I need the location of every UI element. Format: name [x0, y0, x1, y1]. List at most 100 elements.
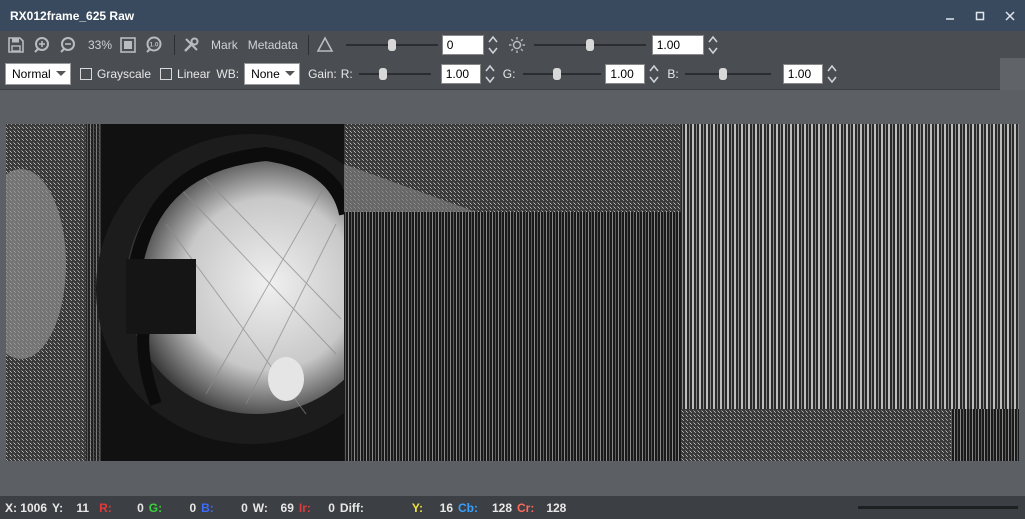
save-icon: [8, 36, 24, 53]
status-ir-value: 0: [328, 500, 335, 515]
fit-window-button[interactable]: [117, 34, 139, 56]
title-bar: RX012frame_625 Raw: [0, 0, 1025, 31]
raw-image-canvas: [6, 124, 1019, 461]
gain-g-input[interactable]: [605, 63, 646, 84]
status-cr-value: 128: [546, 500, 567, 515]
linear-checkbox[interactable]: [160, 67, 173, 80]
chevron-down-icon: [827, 76, 837, 83]
chevron-down-icon: [485, 76, 495, 83]
contrast-icon: [314, 34, 336, 56]
zoom-in-icon: [34, 36, 49, 53]
chevron-up-icon: [827, 64, 837, 71]
close-button[interactable]: [995, 0, 1025, 31]
chevron-down-icon: [649, 76, 660, 83]
chevron-up-icon: [485, 64, 495, 71]
status-bar: X: 1006 Y: 11 R: 0 G: 0 B: 0 W: 69 Ir: 0…: [0, 496, 1025, 519]
maximize-button[interactable]: [965, 0, 995, 31]
wb-label: WB:: [216, 66, 240, 81]
status-r-label: R:: [99, 500, 112, 515]
minimize-icon: [946, 17, 954, 20]
status-y-label: Y:: [52, 500, 64, 515]
contrast-slider[interactable]: [345, 36, 438, 54]
gain-r-input[interactable]: [440, 63, 481, 84]
brightness-slider[interactable]: [533, 36, 646, 54]
wb-select[interactable]: None: [244, 62, 301, 85]
dropdown-arrow-icon: [285, 71, 296, 76]
zoom-in-button[interactable]: [31, 34, 53, 56]
zoom-out-button[interactable]: [57, 34, 79, 56]
status-w-label: W:: [252, 500, 268, 515]
status-g-label: G:: [148, 500, 163, 515]
status-r-value: 0: [137, 500, 144, 515]
tools-button[interactable]: [180, 34, 202, 56]
zoom-level: 33%: [88, 37, 113, 52]
status-x-label: X:: [5, 500, 17, 515]
gain-g-slider-thumb[interactable]: [553, 67, 562, 80]
contrast-slider-thumb[interactable]: [387, 38, 396, 51]
status-luma-label: Y:: [411, 500, 424, 515]
brightness-slider-thumb[interactable]: [585, 38, 594, 51]
gain-label: Gain:: [308, 66, 337, 81]
raw-image[interactable]: [6, 124, 1019, 461]
gain-g-slider[interactable]: [523, 65, 602, 83]
gain-b-spinner[interactable]: [827, 64, 839, 84]
image-viewport[interactable]: [0, 90, 1025, 496]
status-g-value: 0: [189, 500, 197, 515]
mark-button[interactable]: Mark: [211, 38, 238, 52]
chevron-down-icon: [708, 47, 718, 54]
grayscale-checkbox[interactable]: [80, 67, 92, 80]
actual-size-button[interactable]: 1.0: [143, 34, 165, 56]
status-diff-label: Diff:: [339, 500, 364, 515]
status-ir-label: Ir:: [298, 500, 311, 515]
contrast-spinner[interactable]: [488, 35, 500, 55]
status-b-value: 0: [241, 500, 248, 515]
contrast-value-input[interactable]: [441, 34, 484, 55]
gain-r-spinner[interactable]: [485, 64, 497, 84]
actual-size-icon: 1.0: [146, 36, 162, 53]
display-mode-select[interactable]: Normal: [5, 62, 71, 85]
gain-r-slider-thumb[interactable]: [378, 67, 387, 80]
gain-b-input[interactable]: [782, 63, 823, 84]
tools-icon: [184, 37, 199, 52]
brightness-icon: [506, 34, 528, 56]
toolbar-separator: [307, 34, 309, 55]
wb-value: None: [251, 66, 280, 81]
chevron-down-icon: [488, 47, 498, 54]
toolbar-separator: [174, 34, 176, 55]
adjust-toolbar: Normal Grayscale Linear WB: None Gain: R…: [0, 58, 1000, 90]
gain-b-label: B:: [667, 66, 679, 81]
display-mode-value: Normal: [12, 66, 51, 81]
gain-r-slider[interactable]: [358, 65, 431, 83]
main-toolbar: 33% 1.0 Mark Metadata: [0, 31, 1025, 58]
status-b-label: B:: [201, 500, 214, 515]
dropdown-arrow-icon: [56, 71, 66, 76]
linear-label: Linear: [177, 66, 211, 81]
status-x-value: 1006: [20, 500, 47, 515]
minimize-button[interactable]: [935, 0, 965, 31]
status-cb-value: 128: [491, 500, 513, 515]
close-icon: [1005, 10, 1015, 21]
grayscale-label: Grayscale: [97, 66, 152, 81]
status-luma-value: 16: [439, 500, 454, 515]
svg-text:1.0: 1.0: [150, 41, 159, 48]
gain-b-slider-thumb[interactable]: [718, 67, 727, 80]
status-cb-label: Cb:: [458, 500, 479, 515]
brightness-spinner[interactable]: [708, 35, 720, 55]
chevron-up-icon: [708, 35, 718, 42]
zoom-out-icon: [60, 36, 75, 53]
status-progress-bar: [858, 506, 1018, 509]
toolbar-overflow-area: [1000, 58, 1025, 90]
status-w-value: 69: [280, 500, 294, 515]
gain-b-slider[interactable]: [684, 65, 771, 83]
gain-g-spinner[interactable]: [649, 64, 661, 84]
metadata-button[interactable]: Metadata: [248, 38, 298, 52]
status-cr-label: Cr:: [517, 500, 535, 515]
window-title: RX012frame_625 Raw: [10, 8, 135, 23]
brightness-value-input[interactable]: [651, 34, 704, 55]
chevron-up-icon: [488, 35, 498, 42]
status-y-value: 11: [76, 500, 90, 515]
gain-g-label: G:: [502, 66, 516, 81]
save-button[interactable]: [5, 34, 27, 56]
maximize-icon: [975, 11, 985, 20]
chevron-up-icon: [649, 64, 660, 71]
